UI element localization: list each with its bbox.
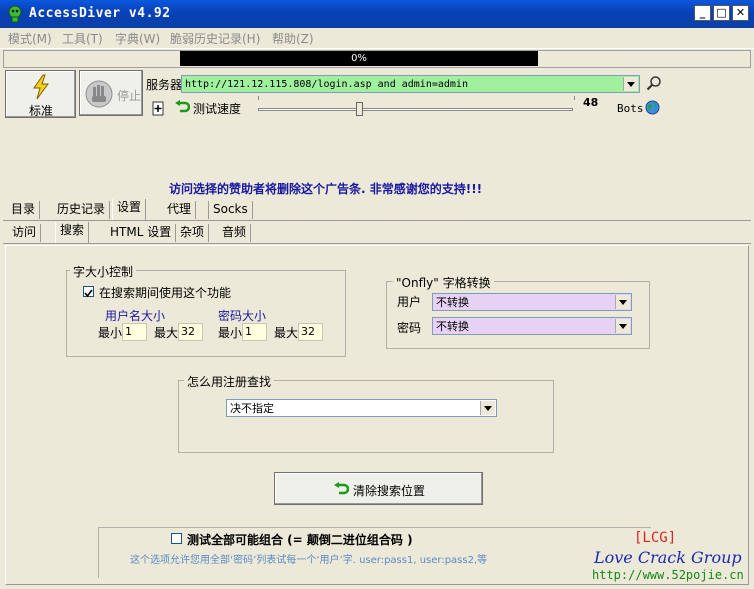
size-control-checkbox-label: 在搜索期间使用这个功能 xyxy=(99,286,232,300)
window-title: AccessDiver v4.92 xyxy=(29,6,171,21)
menu-tools[interactable]: 工具(T) xyxy=(62,30,103,47)
stop-hand-icon xyxy=(85,80,113,108)
onfly-pass-value: 不转换 xyxy=(436,320,469,333)
server-label: 服务器 xyxy=(146,78,183,92)
menu-divider xyxy=(0,48,754,49)
add-page-icon[interactable] xyxy=(152,101,165,116)
standard-label: 标准 xyxy=(29,104,54,118)
size-control-checkbox[interactable] xyxy=(83,286,94,298)
user-max-label: 最大 xyxy=(154,326,179,340)
server-url-value: http://121.12.115.808/login.asp and admi… xyxy=(185,79,468,90)
chevron-down-icon[interactable] xyxy=(623,77,638,91)
main-tab-bar: 目录 历史记录 设置 代理 Socks xyxy=(3,199,751,221)
tab-history[interactable]: 历史记录 xyxy=(53,201,111,219)
menu-history[interactable]: 脆弱历史记录(H) xyxy=(170,30,260,47)
lcg-name: Love Crack Group xyxy=(594,548,742,567)
chevron-down-icon[interactable] xyxy=(480,401,495,415)
onfly-pass-select[interactable]: 不转换 xyxy=(432,317,632,335)
clear-search-label: 清除搜索位置 xyxy=(353,484,426,498)
combo-test-label: 测试全部可能组合 (= 颠倒二进位组合码 ) xyxy=(187,533,413,547)
title-bar[interactable]: AccessDiver v4.92 _ □ ✕ xyxy=(0,0,754,28)
pass-min-label: 最小 xyxy=(218,326,243,340)
onfly-pass-label: 密码 xyxy=(397,321,422,335)
combo-test-checkbox[interactable] xyxy=(171,533,182,544)
pass-size-label: 密码大小 xyxy=(218,309,267,323)
clear-search-button[interactable]: 清除搜索位置 xyxy=(274,472,483,505)
onfly-user-value: 不转换 xyxy=(436,296,469,309)
menu-help[interactable]: 帮助(Z) xyxy=(272,30,314,47)
speed-value: 48 xyxy=(583,96,599,109)
tab-html-settings[interactable]: HTML 设置 xyxy=(106,224,177,242)
onfly-title: "Onfly" 字格转换 xyxy=(393,274,494,291)
slider-track xyxy=(258,108,573,111)
tab-access[interactable]: 访问 xyxy=(8,224,42,242)
sub-tab-bar: 访问 搜索 HTML 设置 杂项 音频 xyxy=(3,222,751,244)
onfly-user-label: 用户 xyxy=(397,295,422,309)
slider-thumb[interactable] xyxy=(356,102,363,116)
chevron-down-icon[interactable] xyxy=(615,319,630,333)
tab-socks[interactable]: Socks xyxy=(208,201,253,219)
user-min-input[interactable]: 1 xyxy=(122,323,147,341)
checkmark-icon xyxy=(84,289,93,298)
bots-label: Bots xyxy=(617,102,644,115)
close-button[interactable]: ✕ xyxy=(732,5,749,21)
search-icon[interactable] xyxy=(646,75,662,91)
slider-ticks xyxy=(258,96,575,100)
progress-bar: 0% xyxy=(180,51,538,66)
combo-test-description: 这个选项允许您用全部‘密码’列表试每一个‘用户’字. user:pass1, u… xyxy=(130,555,488,566)
lcg-tag: [LCG] xyxy=(634,530,677,546)
lcg-url: http://www.52pojie.cn xyxy=(592,568,744,582)
menu-dictionary[interactable]: 字典(W) xyxy=(115,30,160,47)
pass-min-input[interactable]: 1 xyxy=(242,323,267,341)
minimize-button[interactable]: _ xyxy=(694,5,711,21)
user-size-label: 用户名大小 xyxy=(105,309,166,323)
tab-audio[interactable]: 音频 xyxy=(218,224,252,242)
lightning-icon xyxy=(33,74,49,100)
server-url-combo[interactable]: http://121.12.115.808/login.asp and admi… xyxy=(181,75,640,93)
stop-label: 停止 xyxy=(117,89,142,103)
tab-settings[interactable]: 设置 xyxy=(112,199,147,220)
globe-icon[interactable] xyxy=(645,100,660,115)
menu-bar: 模式(M) 工具(T) 字典(W) 脆弱历史记录(H) 帮助(Z) xyxy=(0,28,754,48)
onfly-user-select[interactable]: 不转换 xyxy=(432,293,632,311)
tab-search[interactable]: 搜索 xyxy=(55,222,90,243)
register-title: 怎么用注册查找 xyxy=(184,373,275,390)
menu-mode[interactable]: 模式(M) xyxy=(8,30,52,47)
stop-button[interactable]: 停止 xyxy=(79,70,143,116)
size-control-title: 字大小控制 xyxy=(70,263,137,280)
speed-slider[interactable] xyxy=(258,96,575,116)
speed-label: 测试速度 xyxy=(193,102,242,116)
user-min-label: 最小 xyxy=(98,326,123,340)
onfly-group xyxy=(386,281,650,349)
user-max-input[interactable]: 32 xyxy=(178,323,203,341)
app-window: AccessDiver v4.92 _ □ ✕ 模式(M) 工具(T) 字典(W… xyxy=(0,0,754,589)
chevron-down-icon[interactable] xyxy=(615,295,630,309)
register-select[interactable]: 决不指定 xyxy=(226,399,497,417)
sponsor-banner[interactable]: 访问选择的赞助者将删除这个广告条. 非常感谢您的支持!!! xyxy=(169,180,482,197)
pass-max-input[interactable]: 32 xyxy=(298,323,323,341)
tab-misc[interactable]: 杂项 xyxy=(176,224,210,242)
app-icon xyxy=(8,5,22,23)
standard-button[interactable]: 标准 xyxy=(5,70,76,118)
register-value: 决不指定 xyxy=(230,402,274,415)
refresh-arrow-icon xyxy=(334,482,349,495)
pass-max-label: 最大 xyxy=(274,326,299,340)
refresh-arrow-icon xyxy=(175,100,190,113)
maximize-button[interactable]: □ xyxy=(713,5,730,21)
tab-proxy[interactable]: 代理 xyxy=(163,201,197,219)
tab-directory[interactable]: 目录 xyxy=(7,201,41,219)
